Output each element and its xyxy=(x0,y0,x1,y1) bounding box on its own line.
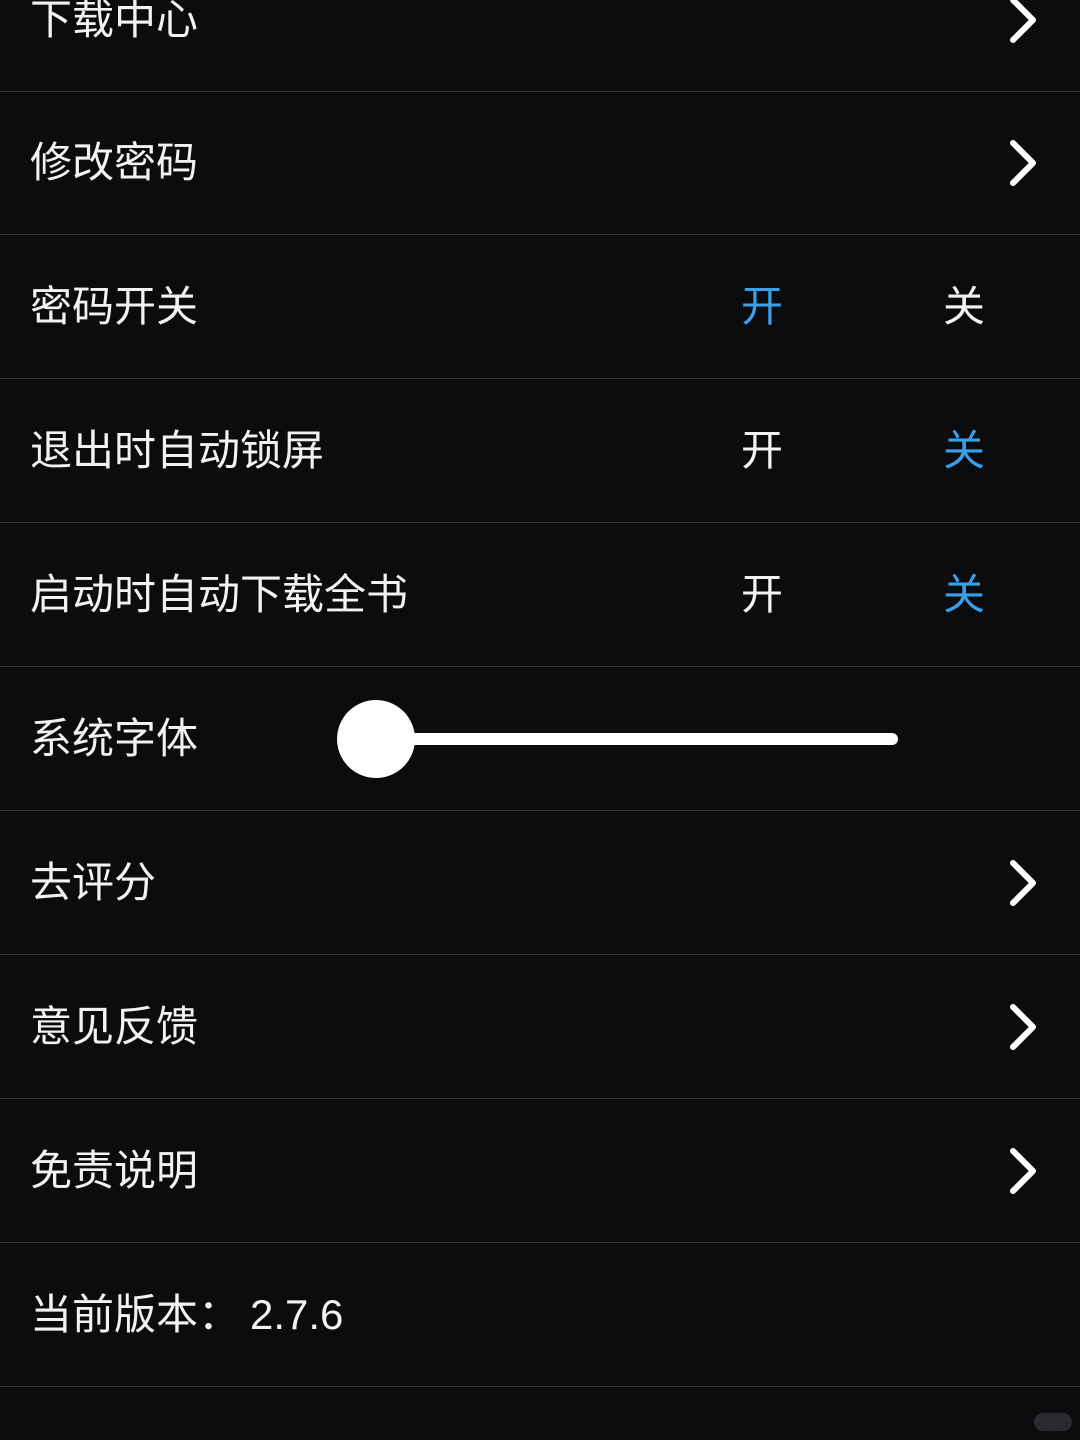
settings-row-change-password[interactable]: 修改密码 xyxy=(0,92,1080,235)
settings-row-password-switch: 密码开关 开 关 xyxy=(0,236,1080,379)
rate-label: 去评分 xyxy=(30,858,157,907)
chevron-right-icon xyxy=(1003,139,1045,187)
change-password-label: 修改密码 xyxy=(30,138,199,187)
chevron-right-icon xyxy=(1003,859,1045,907)
version-label: 当前版本： xyxy=(30,1290,241,1339)
auto-download-book-label: 启动时自动下载全书 xyxy=(30,570,409,619)
chevron-right-icon xyxy=(1003,1003,1045,1051)
auto-download-on-option[interactable]: 开 xyxy=(741,574,783,616)
settings-row-feedback[interactable]: 意见反馈 xyxy=(0,956,1080,1099)
auto-lock-on-option[interactable]: 开 xyxy=(741,430,783,472)
download-center-label: 下载中心 xyxy=(30,0,199,44)
version-value: 2.7.6 xyxy=(250,1291,344,1338)
disclaimer-label: 免责说明 xyxy=(30,1146,199,1195)
settings-row-auto-lock-on-exit: 退出时自动锁屏 开 关 xyxy=(0,380,1080,523)
chevron-right-icon xyxy=(1003,1147,1045,1195)
font-size-slider-thumb[interactable] xyxy=(337,700,415,778)
password-switch-off-option[interactable]: 关 xyxy=(943,286,985,328)
password-switch-label: 密码开关 xyxy=(30,282,199,331)
settings-row-disclaimer[interactable]: 免责说明 xyxy=(0,1100,1080,1243)
watermark-logo xyxy=(1034,1413,1072,1431)
password-switch-on-option[interactable]: 开 xyxy=(741,286,783,328)
system-font-label: 系统字体 xyxy=(30,714,199,763)
auto-download-off-option[interactable]: 关 xyxy=(943,574,985,616)
feedback-label: 意见反馈 xyxy=(30,1002,199,1051)
auto-lock-on-exit-label: 退出时自动锁屏 xyxy=(30,426,325,475)
settings-row-rate[interactable]: 去评分 xyxy=(0,812,1080,955)
chevron-right-icon xyxy=(1003,0,1045,44)
auto-lock-off-option[interactable]: 关 xyxy=(943,430,985,472)
font-size-slider-track[interactable] xyxy=(376,733,898,745)
settings-row-system-font: 系统字体 xyxy=(0,668,1080,811)
settings-row-download-center[interactable]: 下载中心 xyxy=(0,0,1080,92)
settings-row-version: 当前版本： 2.7.6 xyxy=(0,1244,1080,1387)
settings-row-auto-download-book: 启动时自动下载全书 开 关 xyxy=(0,524,1080,667)
